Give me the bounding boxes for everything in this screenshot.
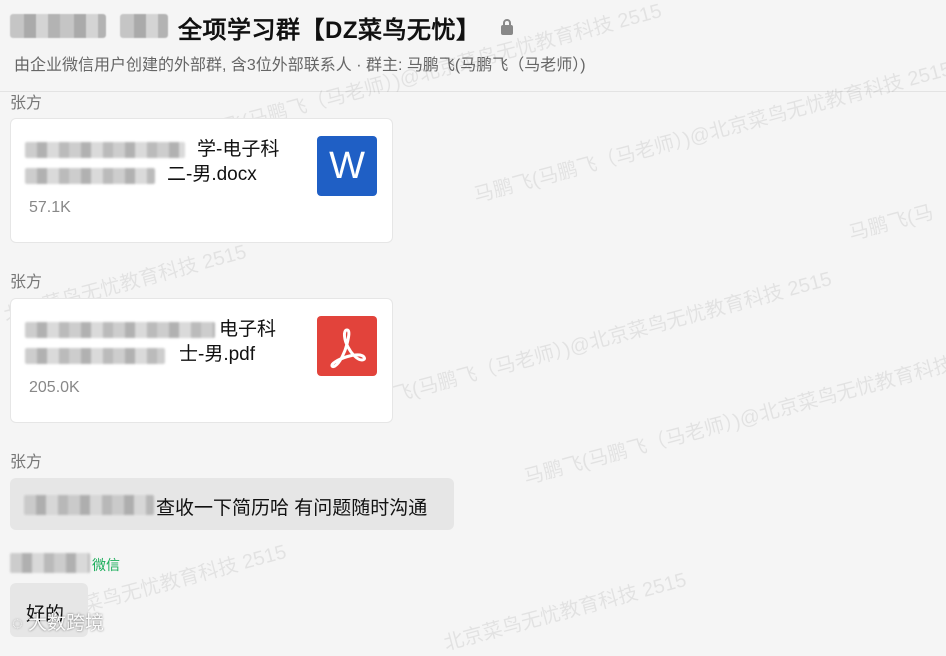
message-sender: 张方	[10, 274, 43, 291]
wechat-tag: 微信	[92, 557, 120, 573]
chat-title[interactable]: 全项学习群【DZ菜鸟无忧】	[178, 10, 481, 45]
watermark: 马鹏飞(马鹏飞（马老师）)@北京菜鸟无忧教育科技 2515	[351, 268, 835, 418]
chat-subtitle: 由企业微信用户创建的外部群, 含3位外部联系人 · 群主: 马鹏飞(马鹏飞（马老…	[14, 57, 586, 74]
acrobat-icon	[330, 328, 366, 369]
lock-icon	[501, 19, 513, 35]
message-sender: 张方	[10, 454, 43, 471]
pdf-icon	[317, 316, 377, 376]
message-sender: 张方	[10, 95, 43, 112]
file-card-docx[interactable]: 学-电子科 二-男.docx 57.1K W	[10, 118, 393, 243]
watermark: 北京菜鸟无忧教育科技 2515	[441, 569, 689, 656]
file-name: 学-电子科 二-男.docx	[167, 139, 280, 185]
watermark: 马鹏飞(马	[846, 201, 936, 246]
message-bubble[interactable]: 查收一下简历哈 有问题随时沟通	[10, 478, 454, 530]
redacted-text	[24, 495, 154, 515]
file-size: 205.0K	[29, 379, 80, 396]
watermark: 马鹏飞(马鹏飞（马老师）)@北京菜鸟无忧教育科技 2515	[521, 340, 946, 490]
redacted-sender-name	[10, 553, 90, 573]
redacted-group-name-2	[120, 14, 168, 38]
file-size: 57.1K	[29, 199, 71, 216]
message-text: 查收一下简历哈 有问题随时沟通	[156, 498, 428, 519]
redacted-group-name	[10, 14, 106, 38]
file-card-pdf[interactable]: 电子科 士-男.pdf 205.0K	[10, 298, 393, 423]
word-doc-icon: W	[317, 136, 377, 196]
file-name: 电子科 士-男.pdf	[179, 319, 277, 365]
logo-icon: ◌	[12, 613, 23, 633]
chat-header: 全项学习群【DZ菜鸟无忧】 由企业微信用户创建的外部群, 含3位外部联系人 · …	[0, 0, 946, 92]
corner-watermark: ◌ 大数跨境	[12, 613, 104, 634]
